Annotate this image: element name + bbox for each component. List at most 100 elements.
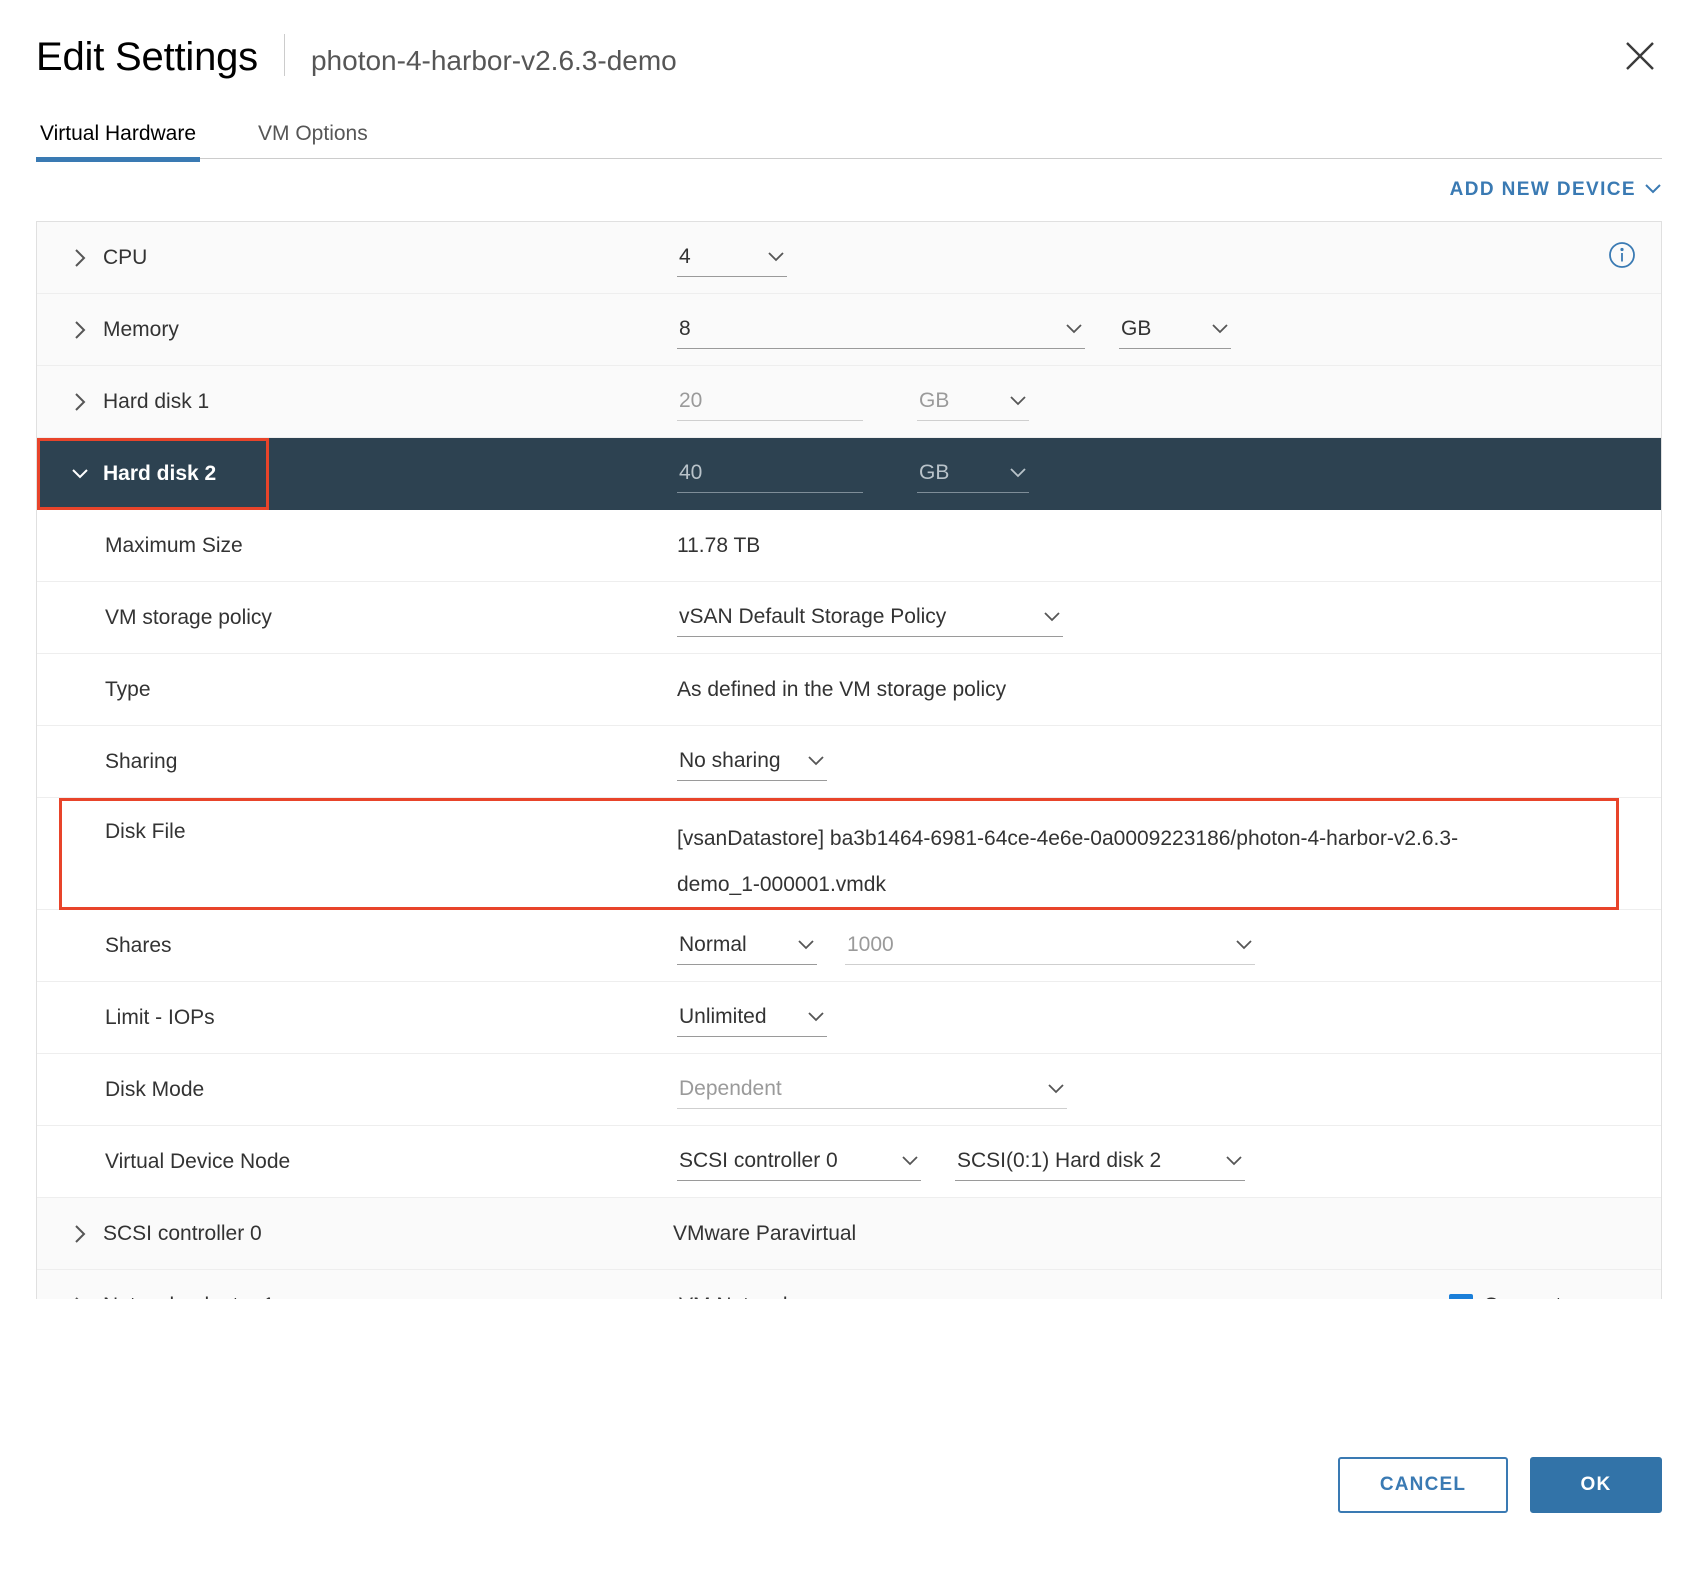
cpu-count-value: 4 [679,245,691,268]
memory-unit-select[interactable]: GB [1119,311,1231,349]
hard-disk-2-size-value: 40 [679,461,703,484]
chevron-down-icon [1001,395,1027,407]
cancel-button[interactable]: CANCEL [1338,1457,1508,1513]
row-value-shares: Normal 1000 [637,927,1661,965]
hard-disk-1-size-value: 20 [679,389,703,412]
row-label-hard-disk-2: Hard disk 2 [37,462,637,486]
table-row-network-adapter-1[interactable]: Network adapter 1 VM Network Connect... [37,1270,1661,1299]
shares-level-value: Normal [679,933,747,956]
chevron-down-icon[interactable] [67,467,93,481]
table-row-shares: Shares Normal 1000 [37,910,1661,982]
network-select[interactable]: VM Network [677,1287,857,1300]
table-row-memory[interactable]: Memory 8 GB [37,294,1661,366]
memory-size-value: 8 [679,317,691,340]
hard-disk-1-size-input[interactable]: 20 [677,383,863,421]
row-value-type: As defined in the VM storage policy [637,678,1661,702]
memory-unit-value: GB [1121,317,1152,340]
vm-storage-policy-select[interactable]: vSAN Default Storage Policy [677,599,1063,637]
row-label-memory: Memory [37,318,637,342]
row-value-virtual-device-node: SCSI controller 0 SCSI(0:1) Hard disk 2 [637,1143,1661,1181]
row-label-type: Type [105,677,151,701]
table-row-hard-disk-2[interactable]: Hard disk 2 40 GB [37,438,1661,510]
sharing-value: No sharing [679,749,781,772]
table-row-disk-mode: Disk Mode Dependent [37,1054,1661,1126]
type-value: As defined in the VM storage policy [677,677,1007,701]
chevron-down-icon [1644,179,1662,201]
row-label-disk-file: Disk File [105,820,186,843]
shares-level-select[interactable]: Normal [677,927,817,965]
row-label-hard-disk-1: Hard disk 1 [37,390,637,414]
network-adapter-1-label: Network adapter 1 [103,1294,275,1300]
row-label-limit-iops: Limit - IOPs [105,1005,215,1029]
hard-disk-2-unit-select[interactable]: GB [917,455,1029,493]
row-value-sharing: No sharing [637,743,1661,781]
row-value-vm-storage-policy: vSAN Default Storage Policy [637,599,1661,637]
disk-file-value: [vsanDatastore] ba3b1464-6981-64ce-4e6e-… [677,827,1459,896]
tab-vm-options[interactable]: VM Options [254,122,372,158]
vm-name: photon-4-harbor-v2.6.3-demo [310,45,677,76]
chevron-right-icon[interactable] [67,1223,93,1245]
close-icon [1623,39,1657,73]
table-row-hard-disk-1[interactable]: Hard disk 1 20 GB [37,366,1661,438]
table-row-maximum-size: Maximum Size 11.78 TB [37,510,1661,582]
table-row-limit-iops: Limit - IOPs Unlimited [37,982,1661,1054]
hard-disk-2-unit-value: GB [919,461,950,484]
scsi-controller-0-label: SCSI controller 0 [103,1221,262,1245]
chevron-down-icon [799,1011,825,1023]
hard-disk-2-label: Hard disk 2 [103,461,217,485]
row-label-disk-mode: Disk Mode [105,1077,205,1101]
table-row-disk-file: Disk File [vsanDatastore] ba3b1464-6981-… [37,798,1661,910]
hard-disk-1-unit-select[interactable]: GB [917,383,1029,421]
shares-amount-value: 1000 [847,933,894,956]
shares-amount-input[interactable]: 1000 [845,927,1255,965]
chevron-down-icon [759,251,785,263]
add-new-device-button[interactable]: ADD NEW DEVICE [1450,179,1662,201]
table-row-sharing: Sharing No sharing [37,726,1661,798]
chevron-down-icon [1057,323,1083,335]
page-title: Edit Settings [36,35,258,79]
edit-settings-dialog: Edit Settings photon-4-harbor-v2.6.3-dem… [0,0,1698,1580]
memory-label: Memory [103,317,179,341]
dialog-header: Edit Settings photon-4-harbor-v2.6.3-dem… [0,0,1698,77]
disk-mode-value: Dependent [679,1077,782,1100]
row-label-maximum-size: Maximum Size [105,533,243,557]
row-value-maximum-size: 11.78 TB [637,534,1661,558]
chevron-right-icon[interactable] [67,1295,93,1299]
device-node-select[interactable]: SCSI(0:1) Hard disk 2 [955,1143,1245,1181]
ok-button[interactable]: OK [1530,1457,1662,1513]
chevron-right-icon[interactable] [67,391,93,413]
limit-iops-value: Unlimited [679,1005,767,1028]
dialog-footer: CANCEL OK [0,1390,1698,1580]
row-label-cpu: CPU [37,246,637,270]
cpu-info-button[interactable] [1607,240,1637,276]
row-value-disk-mode: Dependent [637,1071,1661,1109]
maximum-size-value: 11.78 TB [677,533,761,557]
chevron-right-icon[interactable] [67,319,93,341]
sharing-select[interactable]: No sharing [677,743,827,781]
row-label-shares: Shares [105,933,172,957]
info-icon [1607,240,1637,276]
cpu-count-select[interactable]: 4 [677,239,787,277]
chevron-down-icon [1217,1155,1243,1167]
chevron-right-icon[interactable] [67,247,93,269]
virtual-hardware-table: CPU 4 Memory 8 GB Hard disk 1 20 GB Hard… [36,221,1662,1299]
vm-storage-policy-value: vSAN Default Storage Policy [679,605,947,628]
close-button[interactable] [1618,34,1662,78]
table-row-vm-storage-policy: VM storage policy vSAN Default Storage P… [37,582,1661,654]
memory-size-input[interactable]: 8 [677,311,1085,349]
row-value-hard-disk-1: 20 GB [637,383,1661,421]
device-controller-value: SCSI controller 0 [679,1149,838,1172]
disk-mode-select[interactable]: Dependent [677,1071,1067,1109]
network-connect-checkbox[interactable]: Connect... [1449,1293,1579,1299]
table-row-cpu[interactable]: CPU 4 [37,222,1661,294]
row-label-network-adapter-1: Network adapter 1 [37,1294,637,1300]
row-value-hard-disk-2: 40 GB [637,455,1661,493]
chevron-down-icon [893,1155,919,1167]
hard-disk-2-size-input[interactable]: 40 [677,455,863,493]
row-value-cpu: 4 [637,239,1661,277]
title-divider [283,34,285,76]
table-row-scsi-controller-0[interactable]: SCSI controller 0 VMware Paravirtual [37,1198,1661,1270]
device-controller-select[interactable]: SCSI controller 0 [677,1143,921,1181]
limit-iops-select[interactable]: Unlimited [677,999,827,1037]
tab-virtual-hardware[interactable]: Virtual Hardware [36,122,201,162]
